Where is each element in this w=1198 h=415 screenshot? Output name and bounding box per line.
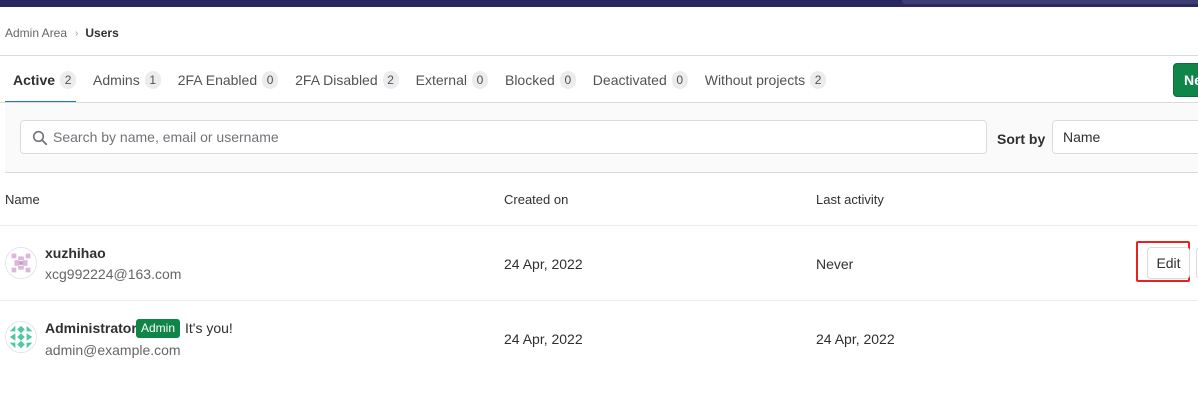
tab-2fa-disabled[interactable]: 2FA Disabled 2 <box>295 56 399 103</box>
last-activity-value: 24 Apr, 2022 <box>816 331 895 347</box>
column-header-created: Created on <box>504 192 569 207</box>
header-row-divider <box>0 225 1198 226</box>
breadcrumb: Admin Area › Users <box>5 25 119 41</box>
tab-label: Deactivated <box>592 71 667 88</box>
tab-label: 2FA Enabled <box>177 71 258 88</box>
user-name-link[interactable]: Administrator <box>45 320 137 336</box>
breadcrumb-admin-area[interactable]: Admin Area <box>5 26 67 40</box>
user-tabs: Active 2 Admins 1 2FA Enabled 0 2FA Disa… <box>5 56 843 103</box>
tab-label: 2FA Disabled <box>295 71 378 88</box>
tab-count-badge: 0 <box>559 70 576 89</box>
search-input[interactable] <box>53 121 973 153</box>
tab-count-badge: 0 <box>471 70 488 89</box>
column-header-activity: Last activity <box>816 192 884 207</box>
tab-deactivated[interactable]: Deactivated 0 <box>593 56 688 103</box>
tab-active[interactable]: Active 2 <box>5 56 77 103</box>
tab-external[interactable]: External 0 <box>416 56 488 103</box>
tab-count-badge: 2 <box>60 70 77 89</box>
breadcrumb-separator: › <box>75 27 79 39</box>
tab-count-badge: 0 <box>262 70 279 89</box>
created-on-value: 24 Apr, 2022 <box>504 256 583 272</box>
tab-2fa-enabled[interactable]: 2FA Enabled 0 <box>177 56 279 103</box>
tab-count-badge: 2 <box>382 70 399 89</box>
user-email-link[interactable]: admin@example.com <box>45 342 181 358</box>
admin-badge: Admin <box>136 319 181 338</box>
user-email-link[interactable]: xcg992224@163.com <box>45 266 181 282</box>
avatar[interactable] <box>5 321 37 353</box>
breadcrumb-current: Users <box>85 26 119 40</box>
identicon-avatar-icon <box>6 248 36 278</box>
tab-blocked[interactable]: Blocked 0 <box>505 56 576 103</box>
edit-user-button[interactable]: Edit <box>1147 247 1190 279</box>
created-on-value: 24 Apr, 2022 <box>504 331 583 347</box>
tab-admins[interactable]: Admins 1 <box>93 56 161 103</box>
navbar-search-stub[interactable] <box>902 0 1198 4</box>
new-user-button[interactable]: New user <box>1173 63 1198 97</box>
tab-label: Active <box>13 71 56 88</box>
filter-bar: Sort by Name <box>5 103 1198 173</box>
search-icon <box>32 130 48 146</box>
tab-label: Without projects <box>704 71 806 88</box>
tab-label: External <box>415 71 467 88</box>
column-header-name: Name <box>5 192 40 207</box>
tab-label: Admins <box>93 71 140 88</box>
row-divider <box>0 300 1198 301</box>
tab-count-badge: 0 <box>671 70 688 89</box>
last-activity-value: Never <box>816 256 854 272</box>
tab-without-projects[interactable]: Without projects 2 <box>704 56 827 103</box>
search-box[interactable] <box>20 120 987 154</box>
avatar[interactable] <box>5 247 37 279</box>
tab-label: Blocked <box>504 71 555 88</box>
identicon-avatar-icon <box>6 322 36 352</box>
tab-count-badge: 1 <box>144 70 161 89</box>
its-you-label: It's you! <box>185 320 233 336</box>
top-navbar <box>0 0 1198 7</box>
sort-dropdown[interactable]: Name <box>1052 120 1198 154</box>
tab-count-badge: 2 <box>810 70 827 89</box>
user-name-link[interactable]: xuzhihao <box>45 245 106 261</box>
sort-label: Sort by <box>997 131 1046 147</box>
